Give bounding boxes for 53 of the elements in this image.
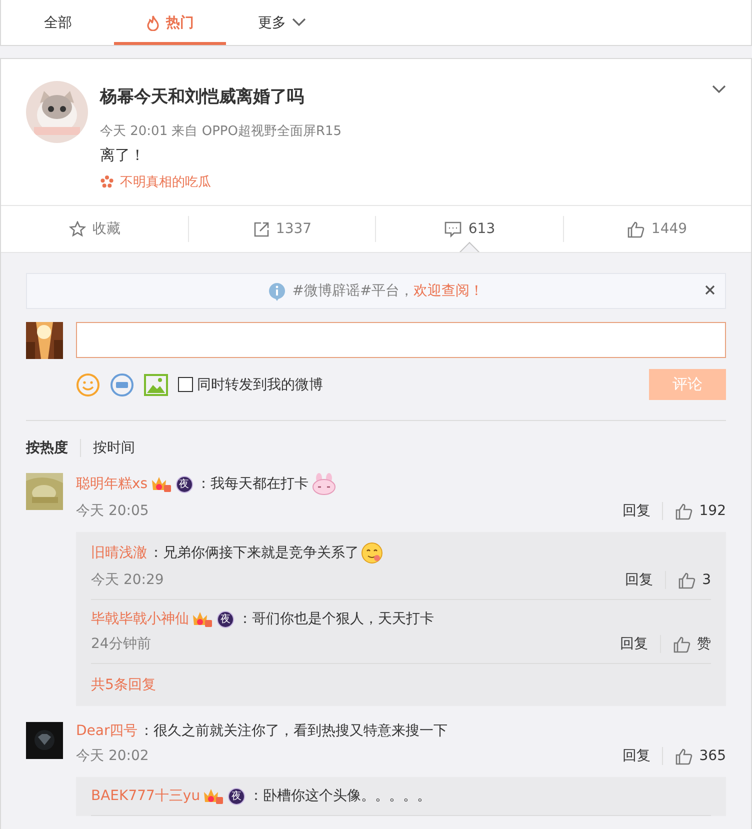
sort-tab[interactable]: 按时间 xyxy=(81,439,147,457)
like-button[interactable]: 365 xyxy=(663,748,726,764)
like-button[interactable]: 192 xyxy=(663,502,726,520)
smiley-icon[interactable] xyxy=(76,372,100,396)
action-button[interactable]: 1449 xyxy=(564,206,751,252)
reply-link[interactable]: 回复 xyxy=(622,747,664,765)
action-button[interactable]: 1337 xyxy=(188,206,376,252)
thumbs-up-icon xyxy=(627,220,646,238)
sort-tab[interactable]: 按热度 xyxy=(26,439,81,457)
crown-badge-icon xyxy=(150,476,172,492)
close-icon[interactable] xyxy=(705,285,715,295)
comment-text: ：我每天都在打卡 xyxy=(196,475,309,493)
comment-time: 今天 20:05 xyxy=(76,502,149,520)
smiley-emoji-icon xyxy=(361,542,383,564)
night-badge: 夜 xyxy=(228,788,246,804)
comment-icon xyxy=(444,220,462,238)
like-button[interactable]: 3 xyxy=(666,572,711,588)
post-title: 杨幂今天和刘恺威离婚了吗 xyxy=(100,86,304,108)
action-button[interactable]: 收藏 xyxy=(1,206,188,252)
comment-text: ：兄弟你俩接下来就是竞争关系了 xyxy=(149,544,359,562)
thumbs-up-icon xyxy=(678,572,696,588)
night-badge: 夜 xyxy=(176,476,193,492)
info-icon xyxy=(268,282,286,300)
comment-text: ：哥们你也是个狠人，天天打卡 xyxy=(238,610,434,628)
crown-badge-icon xyxy=(191,610,213,628)
thumbs-up-icon xyxy=(673,636,691,652)
comment-input[interactable] xyxy=(76,322,726,358)
notice-text: #微博辟谣#平台，欢迎查阅！ xyxy=(292,282,484,300)
post-meta: 今天 20:01 来自 OPPO超视野全面屏R15 xyxy=(100,123,343,140)
thumbs-up-icon xyxy=(675,502,694,520)
night-badge: 夜 xyxy=(217,610,234,628)
like-button[interactable]: 赞 xyxy=(661,635,711,653)
image-icon[interactable] xyxy=(144,374,168,396)
comment-time: 今天 20:29 xyxy=(91,571,164,589)
reply-link[interactable]: 回复 xyxy=(622,502,664,520)
flame-icon xyxy=(146,14,160,30)
chevron-down-icon xyxy=(292,18,306,27)
tab[interactable]: 全部 xyxy=(2,0,114,45)
tab[interactable]: 更多 xyxy=(226,0,338,45)
comment-time: 24分钟前 xyxy=(91,635,151,653)
flower-icon xyxy=(100,175,114,189)
bunny-emoji-icon xyxy=(310,473,337,495)
comment-text: ：卧槽你这个头像。。。。。 xyxy=(249,787,432,805)
star-icon xyxy=(69,221,86,237)
crown-badge-icon xyxy=(202,788,224,804)
share-icon xyxy=(252,220,270,238)
reply-link[interactable]: 回复 xyxy=(625,571,666,589)
thumbs-up-icon xyxy=(675,748,694,764)
expand-chevron-icon xyxy=(712,85,726,94)
post-text: 离了！ xyxy=(100,146,146,165)
comment-text: ：很久之前就关注你了，看到热搜又特意来搜一下 xyxy=(140,722,448,740)
reply-link[interactable]: 回复 xyxy=(620,635,661,653)
comment-time: 今天 20:02 xyxy=(76,747,149,765)
